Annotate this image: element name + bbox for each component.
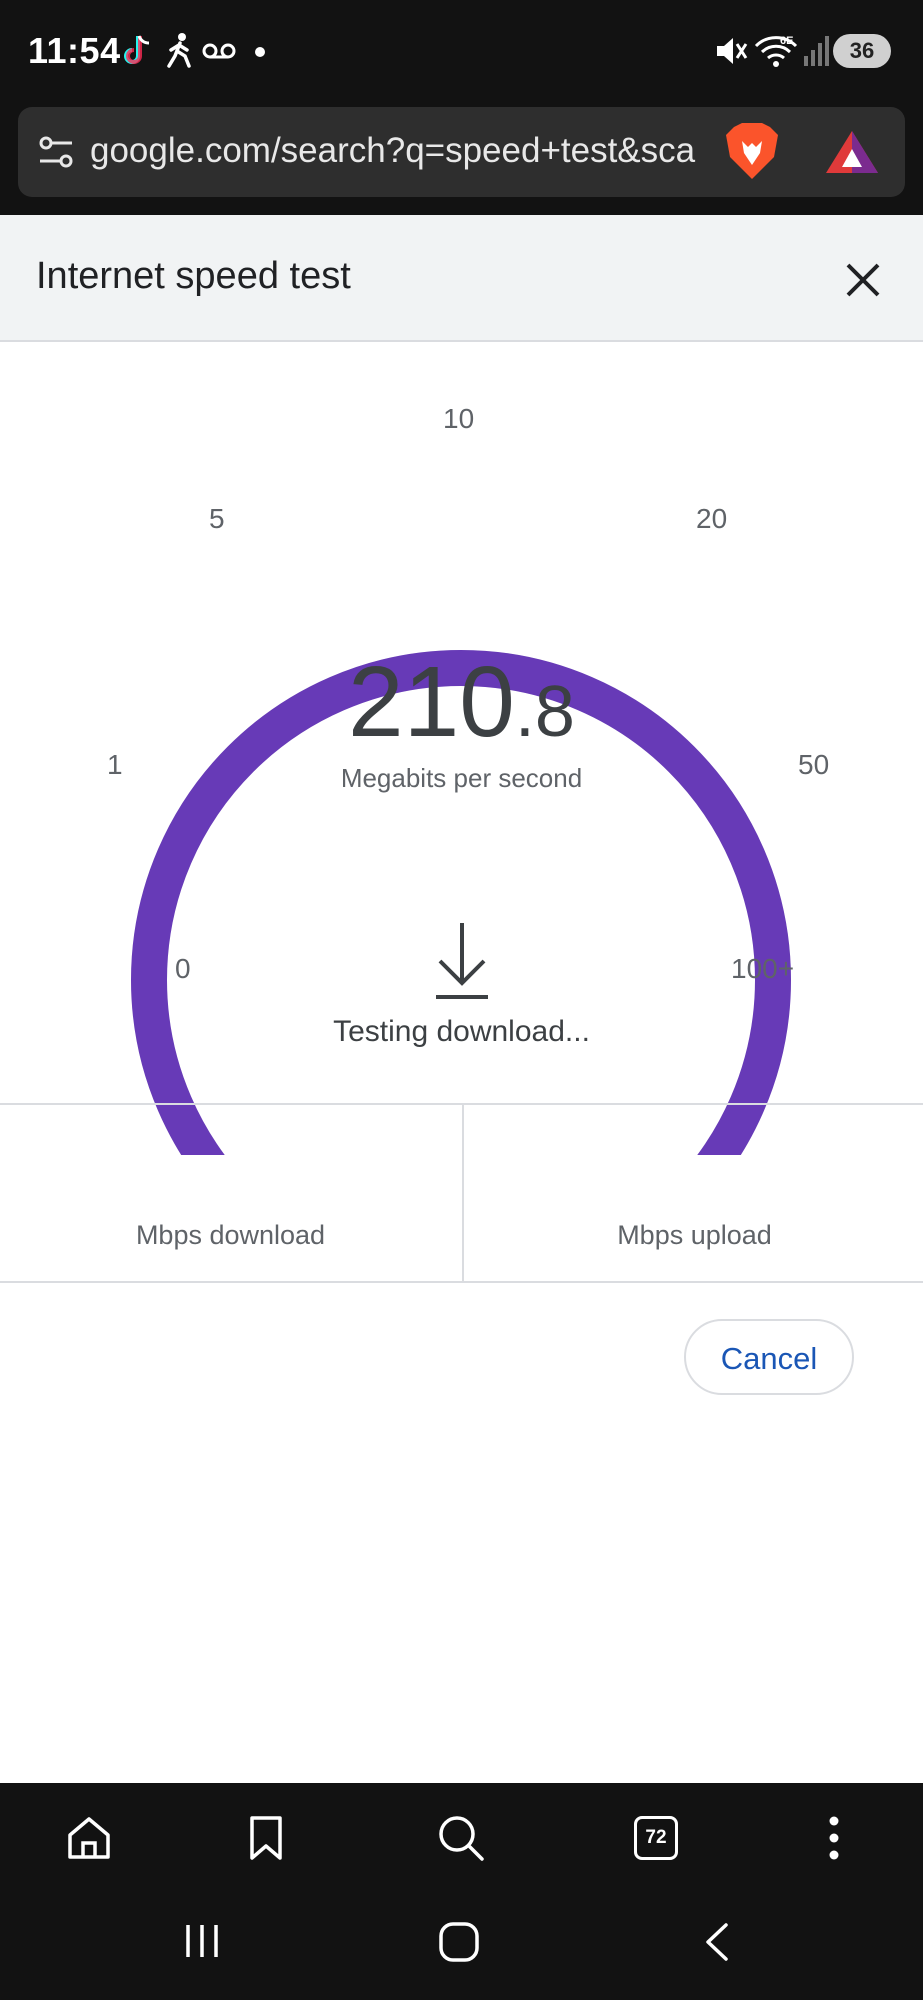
results-panel: Mbps download Mbps upload	[0, 1103, 923, 1283]
cancel-button[interactable]: Cancel	[684, 1319, 854, 1395]
more-icon[interactable]	[824, 1815, 844, 1861]
close-icon[interactable]	[838, 255, 888, 305]
tabs-icon[interactable]: 72	[634, 1816, 678, 1860]
tune-icon[interactable]	[38, 135, 74, 169]
download-result: Mbps download	[0, 1105, 461, 1281]
test-status: Testing download...	[333, 1015, 590, 1048]
home-icon[interactable]	[66, 1815, 112, 1861]
search-icon[interactable]	[436, 1813, 486, 1863]
bat-icon[interactable]	[824, 129, 880, 175]
recents-icon[interactable]	[184, 1923, 220, 1959]
download-label: Mbps download	[135, 1220, 326, 1250]
upload-result: Mbps upload	[462, 1105, 923, 1281]
battery-indicator: 36	[833, 34, 891, 68]
wifi-icon: 6E	[754, 35, 798, 67]
walk-icon	[167, 33, 191, 68]
signal-icon	[804, 36, 829, 66]
status-bar: 11:54 6E 36	[0, 0, 923, 105]
download-arrow-icon	[436, 923, 488, 999]
tick-label-5: 5	[209, 503, 225, 534]
speed-integer: 210	[348, 646, 515, 758]
notification-dot-icon	[255, 47, 265, 57]
url-text[interactable]: google.com/search?q=speed+test&sca	[90, 131, 710, 171]
speed-decimal: .8	[514, 672, 575, 752]
bottom-navigation: 72	[0, 1785, 923, 2000]
wifi-band-label: 6E	[780, 35, 793, 47]
mute-icon	[717, 38, 748, 64]
tick-label-20: 20	[696, 503, 728, 534]
tick-label-100-plus: 100+	[731, 953, 795, 984]
tiktok-icon	[124, 35, 150, 64]
bookmark-icon[interactable]	[248, 1815, 284, 1861]
status-time: 11:54	[28, 30, 121, 71]
back-icon[interactable]	[702, 1921, 732, 1963]
home-button-icon[interactable]	[438, 1921, 480, 1963]
address-bar[interactable]: google.com/search?q=speed+test&sca	[18, 107, 905, 197]
page-title: Internet speed test	[36, 255, 351, 297]
tick-label-0: 0	[175, 953, 191, 984]
tab-count: 72	[645, 1827, 667, 1848]
tick-label-10: 10	[443, 403, 475, 434]
speed-readout: 210.8	[0, 645, 923, 760]
speed-test-page: Internet speed test 0 1 5 10 20 50 100+ …	[0, 215, 923, 1783]
voicemail-icon	[202, 43, 236, 59]
upload-label: Mbps upload	[617, 1220, 772, 1250]
speed-unit: Megabits per second	[340, 763, 583, 793]
brave-icon[interactable]	[724, 121, 780, 183]
speed-test-header: Internet speed test	[0, 215, 923, 342]
